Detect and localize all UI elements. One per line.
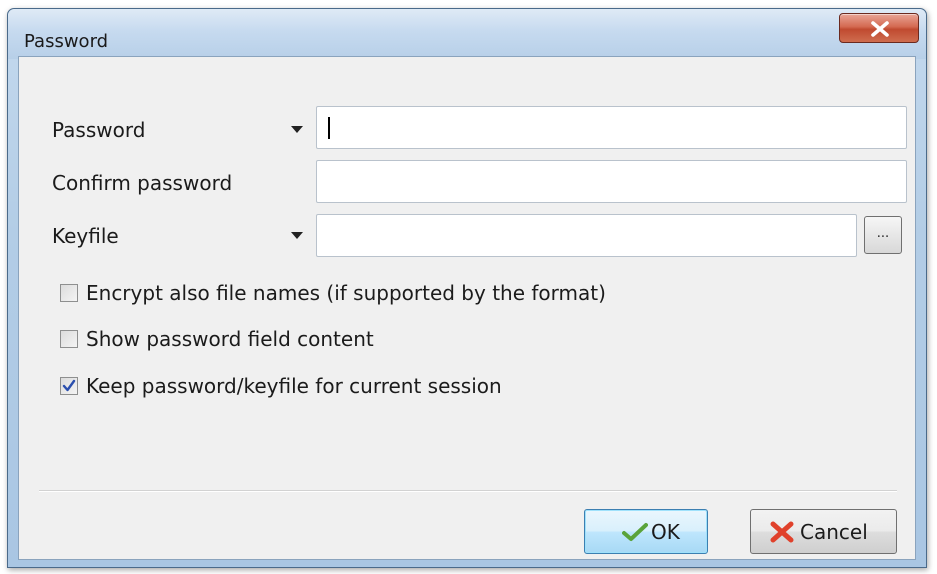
close-icon xyxy=(871,21,889,37)
keyfile-history-dropdown-icon[interactable] xyxy=(291,232,303,240)
cancel-button[interactable]: Cancel xyxy=(750,509,897,554)
password-input[interactable] xyxy=(316,106,907,149)
window-title: Password xyxy=(24,31,109,52)
button-separator xyxy=(39,490,897,492)
show-password-label: Show password field content xyxy=(86,327,374,351)
keyfile-input[interactable] xyxy=(316,214,857,257)
encrypt-file-names-label: Encrypt also file names (if supported by… xyxy=(86,281,606,305)
title-bar: Password xyxy=(8,9,926,59)
green-check-icon xyxy=(622,523,648,541)
red-x-icon xyxy=(770,521,794,543)
text-caret xyxy=(328,117,330,139)
ok-label: OK xyxy=(651,520,680,544)
encrypt-file-names-checkbox[interactable] xyxy=(60,284,78,302)
password-history-dropdown-icon[interactable] xyxy=(291,126,303,134)
dialog-body: Password Confirm password Keyfile ... En… xyxy=(18,56,916,560)
show-password-checkbox[interactable] xyxy=(60,330,78,348)
keep-password-checkbox[interactable] xyxy=(60,377,78,395)
password-dialog: Password Password Confirm password Keyfi… xyxy=(7,8,927,568)
keyfile-label: Keyfile xyxy=(52,224,119,248)
ok-button[interactable]: OK xyxy=(584,509,708,554)
cancel-label: Cancel xyxy=(800,520,868,544)
checkmark-icon xyxy=(62,379,76,392)
browse-keyfile-button[interactable]: ... xyxy=(864,216,902,254)
confirm-password-label: Confirm password xyxy=(52,171,233,195)
close-button[interactable] xyxy=(839,13,919,43)
confirm-password-input[interactable] xyxy=(316,160,907,203)
keep-password-label: Keep password/keyfile for current sessio… xyxy=(86,374,502,398)
password-label: Password xyxy=(52,118,146,142)
